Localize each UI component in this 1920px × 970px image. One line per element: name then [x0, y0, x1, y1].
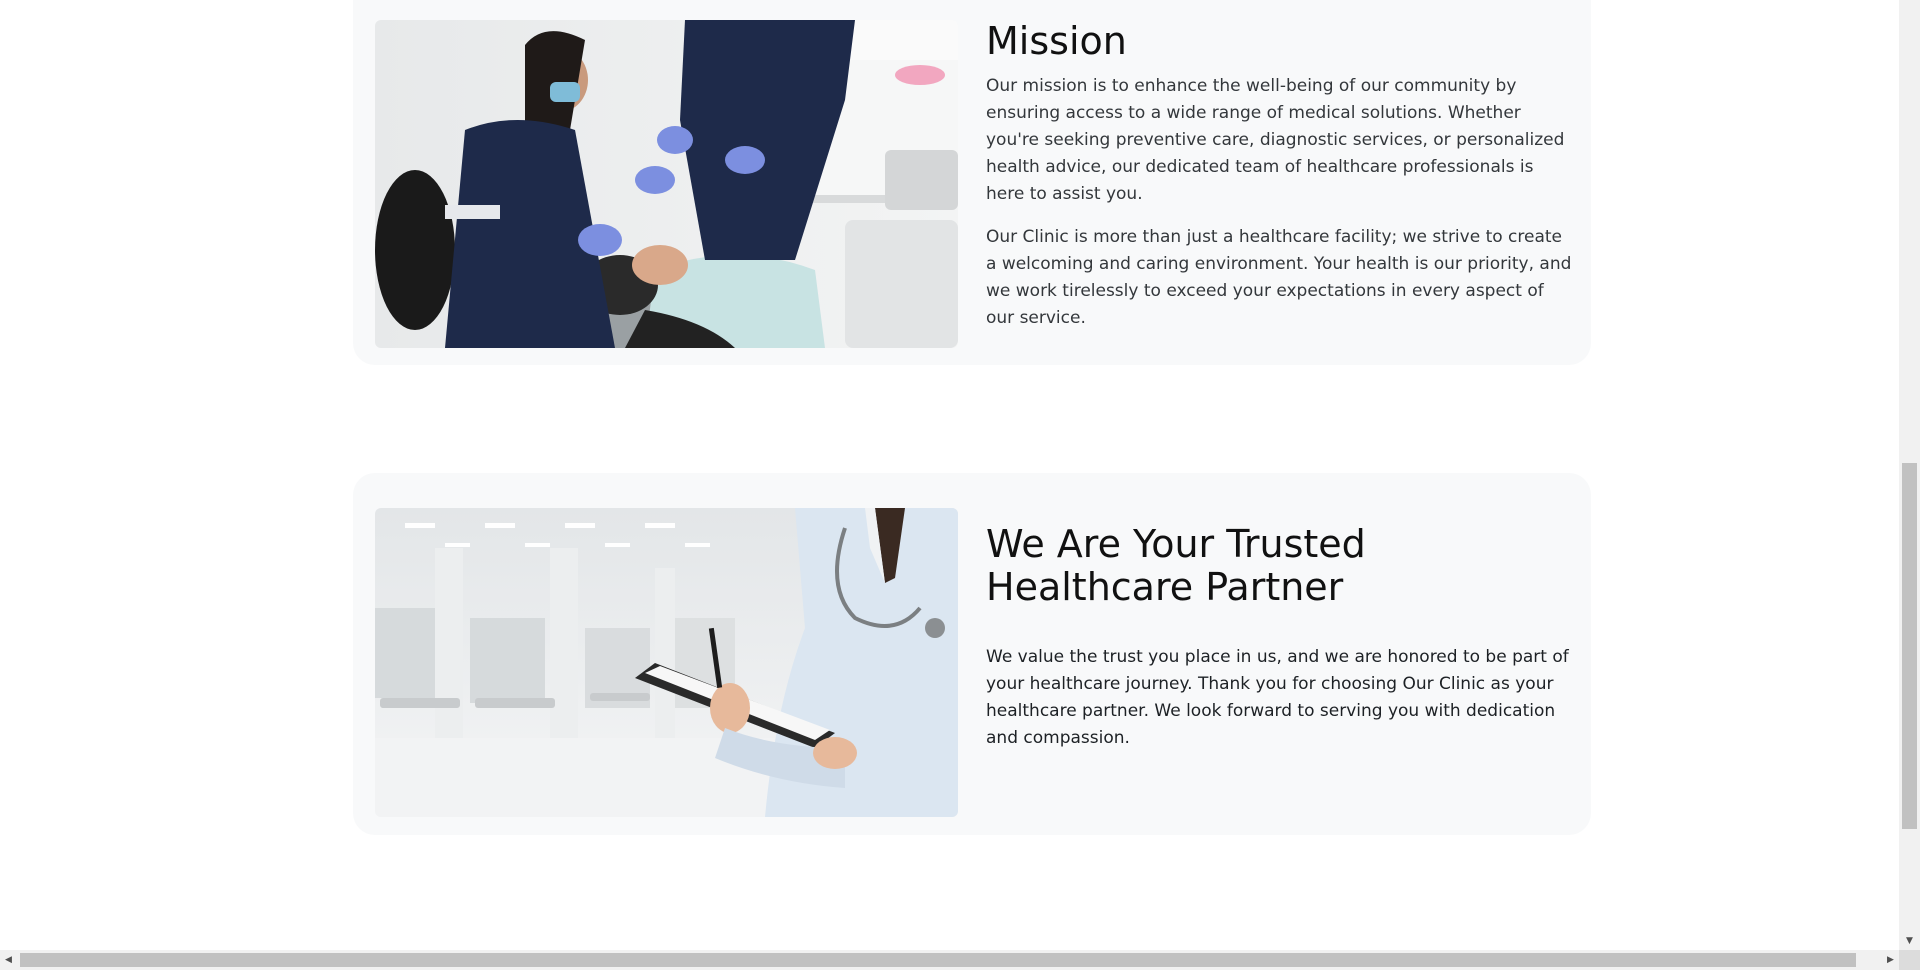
scroll-right-arrow-icon[interactable]: ▶: [1882, 950, 1899, 970]
partner-text: We Are Your Trusted Healthcare Partner W…: [986, 523, 1576, 768]
page-viewport: Mission Our mission is to enhance the we…: [0, 0, 1899, 950]
dentist-treating-patient-photo: [375, 20, 958, 348]
mission-paragraph-2: Our Clinic is more than just a healthcar…: [986, 227, 1572, 328]
mission-paragraph-1: Our mission is to enhance the well-being…: [986, 76, 1565, 204]
scrollbar-corner: [1899, 950, 1920, 970]
scroll-left-arrow-icon[interactable]: ◀: [0, 950, 17, 970]
partner-paragraph-1: We value the trust you place in us, and …: [986, 647, 1569, 748]
vertical-scrollbar[interactable]: ▼: [1899, 0, 1920, 950]
doctor-with-clipboard-photo: [375, 508, 958, 817]
scroll-down-arrow-icon[interactable]: ▼: [1899, 933, 1920, 950]
horizontal-scrollbar-thumb[interactable]: [20, 953, 1856, 967]
vertical-scrollbar-thumb[interactable]: [1902, 463, 1917, 829]
horizontal-scrollbar[interactable]: ◀ ▶: [0, 950, 1899, 970]
mission-section: Mission Our mission is to enhance the we…: [353, 0, 1591, 365]
mission-text: Mission Our mission is to enhance the we…: [986, 20, 1576, 348]
partner-title: We Are Your Trusted Healthcare Partner: [986, 522, 1366, 609]
mission-title: Mission: [986, 19, 1127, 63]
trusted-partner-section: We Are Your Trusted Healthcare Partner W…: [353, 473, 1591, 835]
